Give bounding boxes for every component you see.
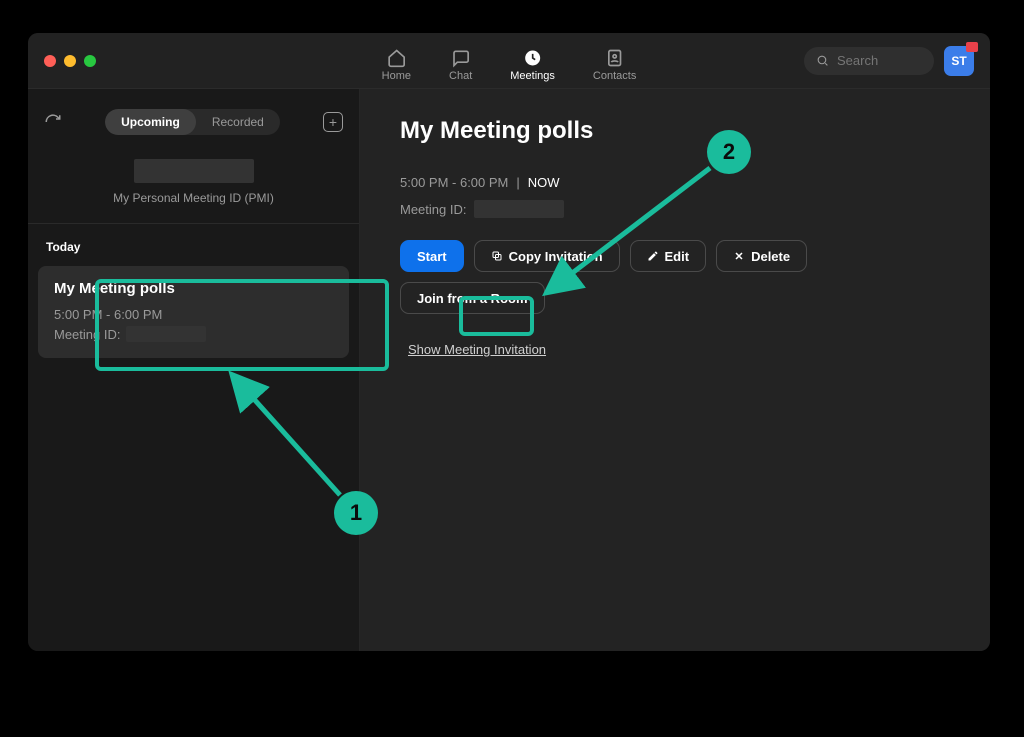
nav-label: Chat (449, 70, 472, 82)
body: Upcoming Recorded + My Personal Meeting … (28, 89, 990, 651)
detail-time: 5:00 PM - 6:00 PM (400, 175, 508, 190)
today-heading: Today (28, 224, 359, 262)
x-icon (733, 250, 745, 262)
edit-label: Edit (665, 249, 690, 264)
nav-label: Contacts (593, 70, 636, 82)
titlebar: Home Chat Meetings Contacts ST (28, 33, 990, 89)
edit-button[interactable]: Edit (630, 240, 707, 272)
window-controls (44, 55, 96, 67)
search-field[interactable] (835, 52, 915, 69)
start-label: Start (417, 249, 447, 264)
copy-label: Copy Invitation (509, 249, 603, 264)
start-button[interactable]: Start (400, 240, 464, 272)
nav-chat[interactable]: Chat (445, 44, 476, 82)
clock-icon (523, 48, 543, 68)
meeting-id-label: Meeting ID: (54, 327, 120, 342)
detail-id-label: Meeting ID: (400, 202, 466, 217)
copy-icon (491, 250, 503, 262)
delete-label: Delete (751, 249, 790, 264)
now-label: NOW (528, 175, 560, 190)
meeting-list-item[interactable]: My Meeting polls 5:00 PM - 6:00 PM Meeti… (38, 266, 349, 358)
pencil-icon (647, 250, 659, 262)
avatar-initials: ST (951, 54, 966, 68)
copy-invitation-button[interactable]: Copy Invitation (474, 240, 620, 272)
refresh-icon[interactable] (44, 113, 62, 131)
delete-button[interactable]: Delete (716, 240, 807, 272)
divider: | (516, 175, 519, 190)
app-window: Home Chat Meetings Contacts ST (28, 33, 990, 651)
nav-label: Meetings (510, 70, 555, 82)
meeting-detail: My Meeting polls 5:00 PM - 6:00 PM | NOW… (360, 89, 990, 651)
nav-label: Home (382, 70, 411, 82)
detail-id-row: Meeting ID: (400, 200, 950, 218)
detail-id-redacted (474, 200, 564, 218)
meeting-time: 5:00 PM - 6:00 PM (54, 307, 333, 322)
nav-meetings[interactable]: Meetings (506, 44, 559, 82)
minimize-window-icon[interactable] (64, 55, 76, 67)
detail-title: My Meeting polls (400, 117, 950, 145)
search-input[interactable] (804, 47, 934, 75)
tab-recorded[interactable]: Recorded (196, 109, 280, 135)
tab-upcoming[interactable]: Upcoming (105, 109, 196, 135)
add-meeting-button[interactable]: + (323, 112, 343, 132)
search-icon (816, 54, 829, 67)
sidebar: Upcoming Recorded + My Personal Meeting … (28, 89, 360, 651)
sidebar-tabs: Upcoming Recorded (105, 109, 280, 135)
action-row: Start Copy Invitation Edit Delete (400, 240, 950, 272)
home-icon (386, 48, 406, 68)
meeting-title: My Meeting polls (54, 280, 333, 297)
pmi-id-redacted (134, 159, 254, 183)
meeting-id-redacted (126, 326, 206, 342)
contacts-icon (605, 48, 625, 68)
maximize-window-icon[interactable] (84, 55, 96, 67)
join-room-label: Join from a Room (417, 291, 528, 306)
show-invitation-link[interactable]: Show Meeting Invitation (408, 342, 546, 357)
join-from-room-button[interactable]: Join from a Room (400, 282, 545, 314)
avatar[interactable]: ST (944, 46, 974, 76)
pmi-section[interactable]: My Personal Meeting ID (PMI) (28, 159, 359, 224)
nav-home[interactable]: Home (378, 44, 415, 82)
meeting-id-row: Meeting ID: (54, 326, 333, 342)
close-window-icon[interactable] (44, 55, 56, 67)
top-nav: Home Chat Meetings Contacts (378, 33, 641, 88)
pmi-label: My Personal Meeting ID (PMI) (44, 191, 343, 205)
detail-time-row: 5:00 PM - 6:00 PM | NOW (400, 175, 950, 190)
nav-contacts[interactable]: Contacts (589, 44, 640, 82)
chat-icon (451, 48, 471, 68)
